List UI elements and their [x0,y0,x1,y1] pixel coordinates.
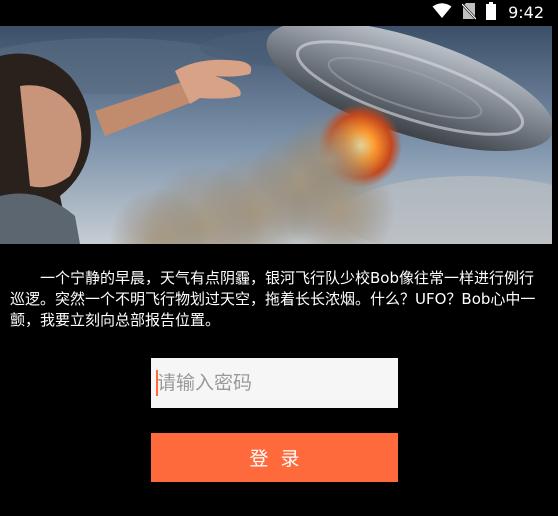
story-text: 一个宁静的早晨，天气有点阴霾，银河飞行队少校Bob像往常一样进行例行巡逻。突然一… [10,269,536,329]
status-time: 9:42 [508,3,544,22]
no-sim-icon [461,2,477,24]
status-bar: 9:42 [0,0,558,26]
text-caret [156,370,158,396]
ufo-scene-image [0,26,552,244]
app-screen: 9:42 一个宁静的早晨，天气有点阴霾，银河飞行队少校Bob像往常一样进行例行巡… [0,0,558,516]
battery-icon [486,2,497,24]
login-button[interactable]: 登录 [151,433,398,482]
wifi-icon [432,3,452,23]
password-input[interactable] [151,358,398,408]
status-icons: 9:42 [432,2,544,24]
